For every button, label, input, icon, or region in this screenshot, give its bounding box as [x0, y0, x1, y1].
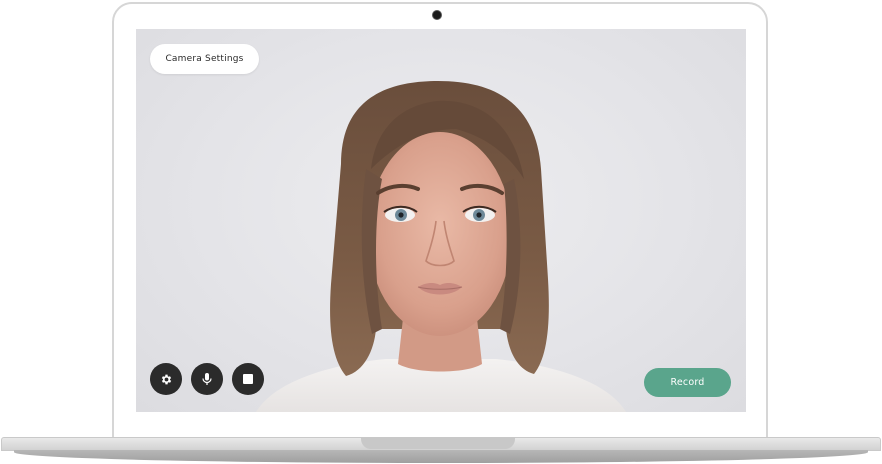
- camera-settings-label: Camera Settings: [165, 54, 244, 64]
- record-button-label: Record: [670, 377, 705, 388]
- microphone-icon: [202, 373, 212, 385]
- microphone-control-button[interactable]: [191, 363, 223, 395]
- camera-settings-button[interactable]: Camera Settings: [150, 44, 259, 74]
- camera-feed-portrait: [256, 81, 626, 412]
- laptop-base-bottom: [14, 450, 868, 463]
- stop-control-button[interactable]: [232, 363, 264, 395]
- video-preview: Camera Settings Record: [136, 29, 746, 412]
- settings-control-button[interactable]: [150, 363, 182, 395]
- stop-icon: [243, 374, 253, 384]
- gear-icon: [161, 374, 171, 384]
- webcam-icon: [432, 10, 442, 20]
- laptop-mockup: Camera Settings Record: [0, 0, 882, 464]
- record-button[interactable]: Record: [644, 368, 731, 397]
- laptop-notch: [361, 437, 515, 449]
